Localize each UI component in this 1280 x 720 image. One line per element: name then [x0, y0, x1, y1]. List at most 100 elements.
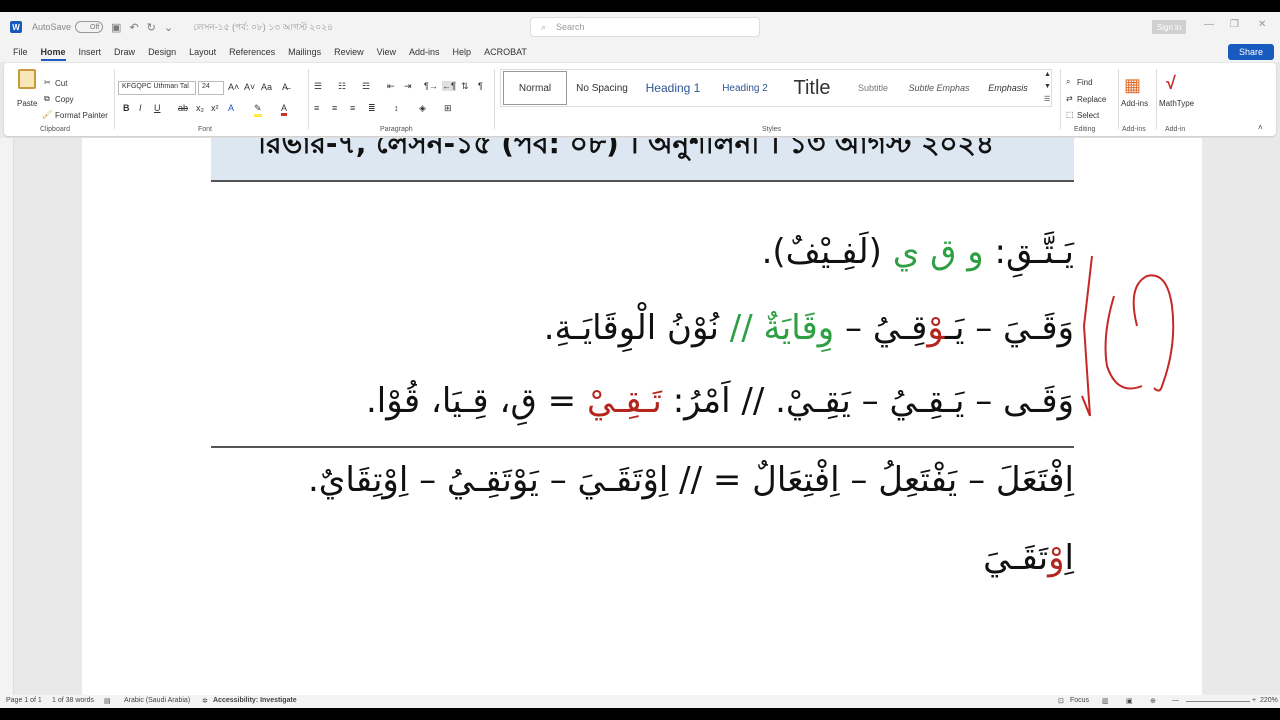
tab-view[interactable]: View — [377, 47, 396, 57]
highlight-icon[interactable]: ✎ — [254, 103, 262, 117]
multilevel-list-icon[interactable]: ☲ — [362, 81, 370, 92]
select-button[interactable]: Select — [1077, 111, 1099, 120]
tab-file[interactable]: File — [13, 47, 28, 57]
bold-icon[interactable]: B — [123, 103, 130, 113]
add-ins-icon[interactable]: ▦ — [1124, 75, 1141, 96]
doc-line-1[interactable]: يَـتَّـقِ: و ق ي (لَفِـيْفٌ). — [762, 232, 1074, 272]
tab-help[interactable]: Help — [453, 47, 472, 57]
zoom-slider[interactable] — [1186, 701, 1250, 702]
increase-indent-icon[interactable]: ⇥ — [404, 81, 412, 92]
select-icon[interactable]: ⬚ — [1066, 110, 1074, 119]
style-normal[interactable]: Normal — [503, 71, 567, 105]
font-name-select[interactable]: KFGQPC Uthman Tal — [118, 81, 196, 95]
clear-format-icon[interactable]: A̶ — [282, 82, 288, 92]
underline-icon[interactable]: U — [154, 103, 161, 113]
zoom-out-icon[interactable]: — — [1172, 697, 1179, 704]
cut-button[interactable]: Cut — [55, 79, 67, 88]
find-icon[interactable]: ⌕ — [1066, 77, 1070, 87]
style-heading-1[interactable]: Heading 1 — [637, 71, 709, 105]
style-emphasis[interactable]: Emphasis — [975, 71, 1041, 105]
page-count[interactable]: Page 1 of 1 — [6, 697, 42, 704]
styles-scroll-up-icon[interactable]: ▲ — [1044, 71, 1051, 78]
find-button[interactable]: Find — [1077, 78, 1093, 87]
text-effects-icon[interactable]: A — [228, 103, 234, 113]
document-title[interactable]: লেসন-১৫ (পর্ব: ০৮) ১৩ আগস্ট ২০২৪ — [193, 20, 333, 35]
show-marks-icon[interactable]: ¶ — [478, 81, 483, 91]
save-icon[interactable]: ▣ — [111, 21, 121, 34]
style-subtle-emphasis[interactable]: Subtle Emphas — [903, 71, 975, 105]
style-heading-2[interactable]: Heading 2 — [709, 71, 781, 105]
collapse-ribbon-icon[interactable]: ˄ — [1258, 123, 1263, 132]
line-spacing-icon[interactable]: ↕ — [394, 103, 399, 113]
styles-more-icon[interactable]: ☰ — [1044, 95, 1050, 103]
proofing-icon[interactable]: ▤ — [104, 697, 111, 705]
replace-button[interactable]: Replace — [1077, 95, 1106, 104]
justify-icon[interactable]: ≣ — [368, 103, 376, 114]
style-subtitle[interactable]: Subtitle — [843, 71, 903, 105]
copy-icon[interactable]: ⧉ — [44, 94, 50, 104]
borders-icon[interactable]: ⊞ — [444, 103, 452, 114]
close-icon[interactable]: ✕ — [1258, 19, 1266, 30]
tab-acrobat[interactable]: ACROBAT — [484, 47, 527, 57]
align-left-icon[interactable]: ≡ — [314, 103, 319, 113]
undo-icon[interactable]: ↶ — [129, 21, 138, 34]
format-painter-icon[interactable]: 🖌 — [42, 110, 52, 119]
doc-line-5[interactable]: اِوْتَقَـيَ — [983, 538, 1074, 578]
word-count[interactable]: 1 of 38 words — [52, 697, 94, 704]
document-page[interactable]: রিভার-৭, লেসন-১৫ (পর্ব: ০৮) । অনুশীলনী ।… — [82, 138, 1202, 695]
replace-icon[interactable]: ⇄ — [1066, 94, 1073, 103]
italic-icon[interactable]: I — [139, 103, 142, 113]
style-no-spacing[interactable]: No Spacing — [567, 71, 637, 105]
shrink-font-icon[interactable]: A˅ — [244, 82, 255, 92]
tab-insert[interactable]: Insert — [79, 47, 102, 57]
copy-button[interactable]: Copy — [55, 95, 74, 104]
tab-draw[interactable]: Draw — [114, 47, 135, 57]
doc-line-2[interactable]: وَقَـيَ – يَـوْقِـيُ – وِقَايَةٌ // نُوْ… — [544, 308, 1074, 348]
rtl-icon[interactable]: ←¶ — [442, 81, 456, 91]
mathtype-button[interactable]: MathType — [1159, 99, 1194, 108]
sign-in-button[interactable]: Sign in — [1152, 20, 1186, 34]
tab-add-ins[interactable]: Add-ins — [409, 47, 440, 57]
web-layout-icon[interactable]: ⊕ — [1150, 697, 1156, 705]
doc-line-3[interactable]: وَقَـى – يَـقِـيُ – يَقِـيْ. // اَمْرُ: … — [366, 381, 1074, 421]
autosave-toggle[interactable]: Off — [75, 21, 104, 33]
mathtype-icon[interactable]: √ — [1166, 73, 1176, 94]
superscript-icon[interactable]: x² — [211, 103, 219, 113]
format-painter-button[interactable]: Format Painter — [55, 111, 108, 120]
cut-icon[interactable]: ✂ — [44, 78, 51, 87]
tab-mailings[interactable]: Mailings — [288, 47, 321, 57]
print-layout-icon[interactable]: ▣ — [1126, 697, 1133, 705]
bullets-icon[interactable]: ☰ — [314, 81, 322, 92]
align-center-icon[interactable]: ≡ — [332, 103, 337, 113]
tab-design[interactable]: Design — [148, 47, 176, 57]
read-mode-icon[interactable]: ▥ — [1102, 697, 1109, 705]
ltr-icon[interactable]: ¶→ — [424, 81, 438, 91]
minimize-icon[interactable]: — — [1204, 19, 1214, 30]
tab-references[interactable]: References — [229, 47, 275, 57]
paste-icon[interactable] — [18, 69, 36, 89]
language-indicator[interactable]: Arabic (Saudi Arabia) — [124, 697, 190, 704]
restore-icon[interactable]: ❐ — [1230, 19, 1239, 30]
numbering-icon[interactable]: ☷ — [338, 81, 346, 92]
strikethrough-icon[interactable]: ab — [178, 103, 188, 113]
accessibility-status[interactable]: Accessibility: Investigate — [213, 697, 297, 704]
shading-icon[interactable]: ◈ — [419, 103, 426, 114]
font-size-select[interactable]: 24 — [198, 81, 224, 95]
font-color-icon[interactable]: A — [281, 103, 288, 116]
decrease-indent-icon[interactable]: ⇤ — [387, 81, 395, 92]
paste-button[interactable]: Paste — [17, 99, 37, 108]
tab-review[interactable]: Review — [334, 47, 364, 57]
subscript-icon[interactable]: x₂ — [196, 103, 204, 113]
zoom-in-icon[interactable]: + — [1252, 697, 1256, 704]
align-right-icon[interactable]: ≡ — [350, 103, 355, 113]
search-input[interactable]: ⌕ Search — [530, 17, 760, 37]
redo-icon[interactable]: ↻ — [147, 21, 156, 34]
customize-qat-icon[interactable]: ⌄ — [164, 21, 173, 34]
zoom-level[interactable]: 220% — [1260, 697, 1278, 704]
doc-line-4[interactable]: اِفْتَعَلَ – يَفْتَعِلُ – اِفْتِعَالٌ = … — [308, 460, 1074, 500]
grow-font-icon[interactable]: A˄ — [228, 82, 239, 92]
change-case-icon[interactable]: Aa — [261, 82, 272, 92]
sort-icon[interactable]: ⇅ — [461, 81, 469, 92]
focus-button[interactable]: Focus — [1070, 697, 1089, 704]
add-ins-button[interactable]: Add-ins — [1121, 99, 1148, 108]
